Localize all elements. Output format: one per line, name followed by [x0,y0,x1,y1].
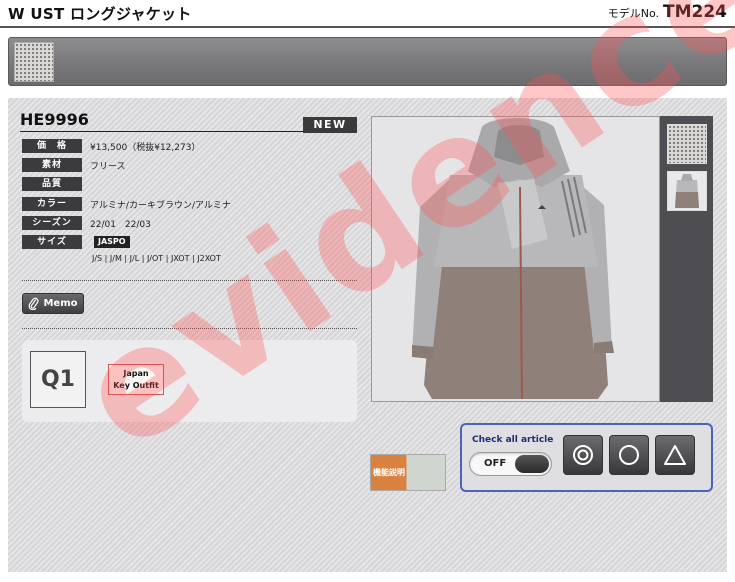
model-number-block: モデルNo. TM224 [608,2,727,22]
q-rank-box: Q1 [30,351,86,408]
spec-value: アルミナ/カーキブラウン/アルミナ [90,200,231,211]
image-thumbnail[interactable] [667,124,707,164]
spec-row-color: カラー アルミナ/カーキブラウン/アルミナ [22,197,231,211]
memo-label: Memo [43,298,78,309]
spec-value: フリース [90,161,126,172]
model-label: モデルNo. [607,7,659,20]
article-thumbnail[interactable] [14,42,54,82]
function-label: 機能説明 [373,468,405,477]
image-thumbnail[interactable] [667,171,707,211]
image-thumbnail-list [660,116,713,402]
spec-key: シーズン [22,216,82,230]
spec-row-season: シーズン 22/01 22/03 [22,216,151,230]
size-list: J/S | J/M | J/L | J/OT | JXOT | J2XOT [92,254,221,263]
function-description-button[interactable]: 機能説明 [370,454,446,491]
toggle-knob [515,455,549,473]
spec-row-size: サイズ [22,235,82,249]
triangle-icon [664,445,686,465]
spec-row-quality: 品質 [22,177,90,191]
article-code: HE9996 [20,110,89,129]
model-number: TM224 [663,2,727,22]
classification-panel: Q1 Japan Key Outfit [22,340,357,422]
triangle-button[interactable] [655,435,695,475]
spec-value: 22/01 22/03 [90,219,151,230]
spec-key: サイズ [22,235,82,249]
spec-key: 品質 [22,177,82,191]
toggle-state-label: OFF [484,458,507,469]
product-photo [371,116,660,402]
page-header: W UST ロングジャケット モデルNo. TM224 [0,0,735,28]
spec-key: 素材 [22,158,82,172]
divider [22,280,357,281]
jacket-thumbnail-icon [675,174,699,208]
key-outfit-badge: Japan Key Outfit [108,364,164,395]
circle-icon [619,445,639,465]
size-standard-badge: JASPO [94,236,130,248]
check-all-label: Check all article [472,435,554,445]
article-thumbnail-strip [8,37,727,86]
product-detail-panel: HE9996 NEW 価 格 ¥13,500（税抜¥12,273） 素材 フリー… [8,98,727,572]
article-header: HE9996 NEW [20,110,357,133]
new-badge: NEW [303,117,357,133]
check-all-toggle[interactable]: OFF [469,452,552,476]
memo-button[interactable]: Memo [22,293,84,314]
page-title: W UST ロングジャケット [8,5,192,23]
double-circle-icon [573,445,593,465]
spec-row-material: 素材 フリース [22,158,126,172]
spec-key: カラー [22,197,82,211]
check-all-panel: Check all article OFF [460,423,713,492]
jacket-image [412,118,614,400]
circle-button[interactable] [609,435,649,475]
spec-key: 価 格 [22,139,82,153]
paperclip-icon [29,297,39,310]
divider [22,328,357,329]
double-circle-button[interactable] [563,435,603,475]
spec-value: ¥13,500（税抜¥12,273） [90,142,201,153]
spec-row-price: 価 格 ¥13,500（税抜¥12,273） [22,139,200,153]
